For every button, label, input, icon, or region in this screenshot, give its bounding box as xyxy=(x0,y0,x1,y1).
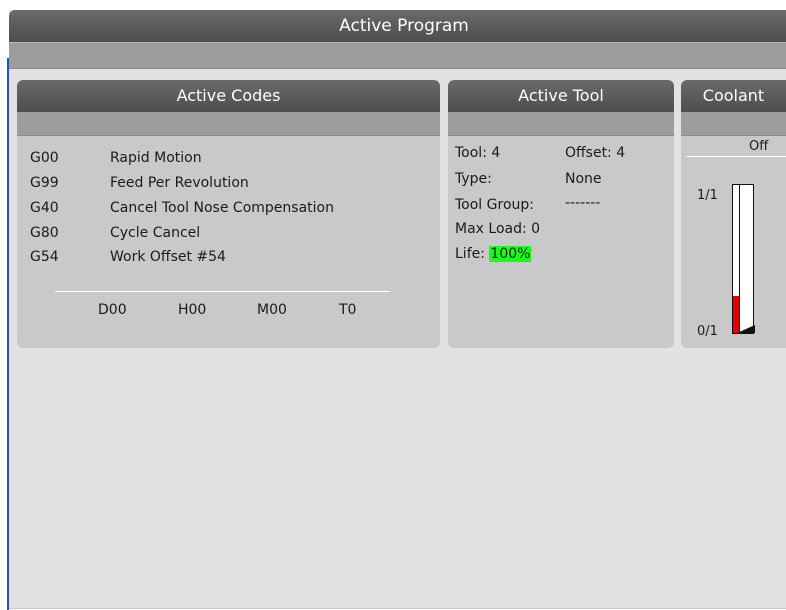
coolant-title: Coolant xyxy=(681,80,786,112)
code-g: G40 xyxy=(30,200,59,216)
tool-number: Tool: 4 xyxy=(455,145,501,161)
tool-life: Life: 100% xyxy=(455,246,532,262)
code-desc: Cancel Tool Nose Compensation xyxy=(110,200,334,216)
active-program-subbar xyxy=(9,42,786,69)
code-desc: Rapid Motion xyxy=(110,150,202,166)
coolant-gauge-marker xyxy=(737,325,755,333)
coolant-scale-bottom: 0/1 xyxy=(697,324,718,339)
code-g: G54 xyxy=(30,249,59,265)
code-h: H00 xyxy=(178,302,207,318)
coolant-gauge-line xyxy=(739,185,740,333)
tool-type-value: None xyxy=(565,171,602,187)
active-program-title: Active Program xyxy=(9,10,786,42)
coolant-subbar xyxy=(681,112,786,136)
code-g: G99 xyxy=(30,175,59,191)
code-g: G80 xyxy=(30,225,59,241)
tool-life-value: 100% xyxy=(489,246,532,262)
tool-type-label: Type: xyxy=(455,171,492,187)
coolant-status: Off xyxy=(749,139,769,154)
coolant-level-gauge xyxy=(732,184,755,334)
active-tool-panel: Active Tool xyxy=(448,80,674,348)
codes-divider xyxy=(55,291,390,292)
tool-life-label: Life: xyxy=(455,246,485,262)
code-desc: Work Offset #54 xyxy=(110,249,226,265)
code-g: G00 xyxy=(30,150,59,166)
active-codes-title: Active Codes xyxy=(17,80,440,112)
tool-group-value: ------- xyxy=(565,195,601,211)
code-desc: Cycle Cancel xyxy=(110,225,201,241)
code-desc: Feed Per Revolution xyxy=(110,175,249,191)
code-m: M00 xyxy=(257,302,287,318)
active-tool-subbar xyxy=(448,112,674,136)
active-codes-subbar xyxy=(17,112,440,136)
tool-max-load: Max Load: 0 xyxy=(455,221,541,237)
tool-group-label: Tool Group: xyxy=(455,197,534,213)
coolant-scale-top: 1/1 xyxy=(697,188,718,203)
code-t: T0 xyxy=(339,302,357,318)
coolant-status-box xyxy=(686,136,786,157)
tool-offset: Offset: 4 xyxy=(565,145,626,161)
code-d: D00 xyxy=(98,302,127,318)
active-tool-title: Active Tool xyxy=(448,80,674,112)
